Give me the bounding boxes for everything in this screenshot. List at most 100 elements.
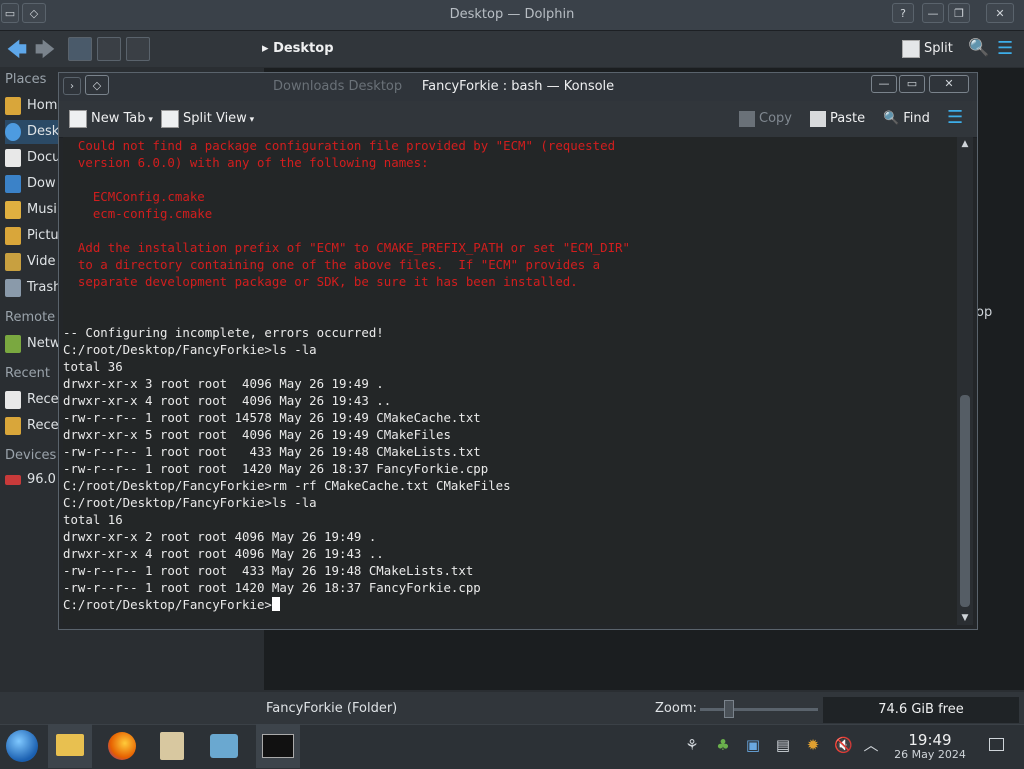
terminal-output: -- Configuring incomplete, errors occurr…: [63, 325, 511, 595]
dolphin-title: Desktop — Dolphin: [449, 7, 575, 22]
new-tab-label: New Tab: [91, 111, 146, 126]
pictures-icon: [5, 226, 21, 245]
tray-update-icon[interactable]: ♣: [714, 736, 732, 754]
text-cursor: [271, 597, 280, 611]
tray-volume-muted-icon[interactable]: 🔇: [834, 736, 853, 754]
place-recent-locations[interactable]: Rece: [5, 414, 60, 438]
show-desktop-icon[interactable]: [989, 738, 1004, 751]
breadcrumb[interactable]: ▸ Desktop: [262, 38, 334, 60]
place-trash[interactable]: Trash: [5, 276, 60, 300]
hamburger-menu-icon[interactable]: ☰: [947, 107, 963, 128]
compact-view-icon[interactable]: [97, 37, 121, 61]
recent-files-icon: [5, 390, 21, 409]
split-view-icon: [161, 109, 179, 128]
new-tab-button[interactable]: New Tab ▾: [69, 108, 153, 130]
tray-clipboard-icon[interactable]: ▣: [744, 736, 762, 754]
desktop-icon: [5, 122, 21, 141]
remote-header: Remote: [5, 310, 56, 325]
place-pictures[interactable]: Pictu: [5, 224, 60, 248]
help-icon[interactable]: ?: [892, 3, 914, 23]
dropdown-icon: ▾: [246, 115, 255, 125]
split-view-button[interactable]: Split View ▾: [161, 108, 254, 130]
network-icon: [5, 334, 21, 353]
free-space-indicator: 74.6 GiB free: [823, 697, 1019, 723]
places-panel: Places Hom Desk Docu Dow Musi Pictu Vide…: [0, 68, 60, 700]
taskbar-archive[interactable]: [150, 724, 194, 768]
documents-icon: [5, 148, 21, 167]
place-network[interactable]: Netw: [5, 332, 60, 356]
folder-icon: [56, 734, 84, 756]
taskbar-konsole[interactable]: [256, 724, 300, 768]
place-downloads[interactable]: Dow: [5, 172, 60, 196]
zoom-label: Zoom:: [655, 701, 697, 716]
zoom-slider-handle[interactable]: [723, 700, 734, 718]
split-icon: [902, 39, 920, 58]
konsole-titlebar[interactable]: › ◇ Downloads Desktop FancyForkie : bash…: [59, 73, 977, 101]
forward-arrow-icon[interactable]: 🡆: [32, 36, 58, 62]
zoom-slider-track[interactable]: [700, 708, 818, 711]
maximize-icon[interactable]: ❐: [948, 3, 970, 23]
tray-expand-chevron-icon[interactable]: ︿: [862, 736, 880, 754]
place-home[interactable]: Hom: [5, 94, 60, 118]
taskbar-store[interactable]: [202, 724, 246, 768]
clock-date[interactable]: 26 May 2024: [886, 748, 974, 761]
minimize-icon[interactable]: —: [922, 3, 944, 23]
place-videos[interactable]: Vide: [5, 250, 60, 274]
start-menu-icon[interactable]: [6, 730, 38, 762]
details-view-icon[interactable]: [126, 37, 150, 61]
maximize-icon[interactable]: ▭: [899, 75, 925, 93]
home-folder-icon: [5, 96, 21, 115]
split-view-label: Split View: [183, 111, 247, 126]
terminal-view[interactable]: Could not find a package configuration f…: [63, 137, 957, 625]
scroll-down-icon[interactable]: ▼: [958, 611, 972, 625]
firefox-icon: [108, 732, 136, 760]
terminal-error-output: Could not find a package configuration f…: [77, 138, 630, 289]
place-device[interactable]: 96.0: [5, 468, 60, 492]
tray-network-icon[interactable]: ⚘: [683, 736, 701, 754]
terminal-scrollbar[interactable]: ▲ ▼: [957, 137, 973, 625]
close-icon[interactable]: ✕: [929, 75, 969, 93]
recent-header: Recent: [5, 366, 50, 381]
search-icon: 🔍: [883, 111, 900, 126]
videos-icon: [5, 252, 21, 271]
paste-button[interactable]: Paste: [810, 108, 865, 130]
close-icon[interactable]: ✕: [986, 3, 1014, 23]
split-label: Split: [924, 41, 953, 56]
back-arrow-icon[interactable]: 🡄: [4, 36, 30, 62]
place-recent-files[interactable]: Rece: [5, 388, 60, 412]
find-label: Find: [903, 111, 930, 126]
icons-view-icon[interactable]: [68, 37, 92, 61]
place-desktop[interactable]: Desk: [5, 120, 60, 144]
clock-time[interactable]: 19:49: [890, 731, 970, 749]
tray-notes-icon[interactable]: ▤: [774, 736, 792, 754]
paste-label: Paste: [830, 111, 866, 126]
scrollbar-thumb[interactable]: [960, 395, 970, 607]
trash-icon: [5, 278, 21, 297]
tray-bug-icon[interactable]: ✹: [804, 736, 822, 754]
konsole-title: FancyForkie : bash — Konsole: [421, 79, 615, 94]
downloads-icon: [5, 174, 21, 193]
search-icon[interactable]: 🔍: [968, 38, 989, 58]
copy-button[interactable]: Copy: [739, 108, 792, 130]
taskbar-dolphin[interactable]: [48, 724, 92, 768]
scroll-up-icon[interactable]: ▲: [958, 137, 972, 151]
find-button[interactable]: 🔍 Find: [883, 108, 930, 130]
new-tab-icon: [69, 109, 87, 128]
paste-icon: [810, 110, 826, 127]
terminal-prompt-line[interactable]: C:/root/Desktop/FancyForkie>: [63, 596, 957, 613]
dolphin-titlebar[interactable]: ▭ ◇ Desktop — Dolphin ? — ❐ ✕: [0, 0, 1024, 31]
store-bag-icon: [210, 734, 238, 758]
konsole-window: › ◇ Downloads Desktop FancyForkie : bash…: [58, 72, 978, 630]
hamburger-menu-icon[interactable]: ☰: [997, 38, 1013, 59]
place-documents[interactable]: Docu: [5, 146, 60, 170]
recent-locations-icon: [5, 416, 21, 435]
partial-filename: op: [976, 305, 993, 320]
places-header: Places: [5, 72, 47, 87]
copy-label: Copy: [759, 111, 792, 126]
minimize-icon[interactable]: —: [871, 75, 897, 93]
terminal-prompt: C:/root/Desktop/FancyForkie>: [63, 597, 272, 612]
place-music[interactable]: Musi: [5, 198, 60, 222]
split-button[interactable]: Split: [902, 38, 953, 60]
music-icon: [5, 200, 21, 219]
taskbar-firefox[interactable]: [100, 724, 144, 768]
